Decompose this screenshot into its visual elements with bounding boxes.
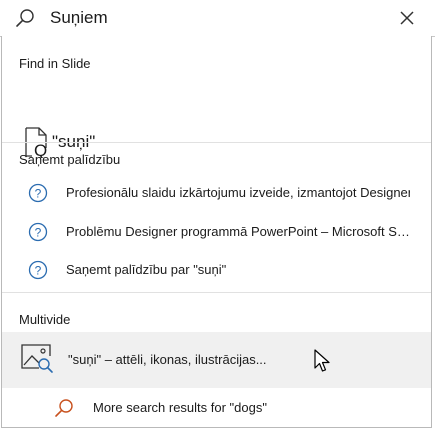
- section-title-find-in-slide: Find in Slide: [19, 56, 91, 71]
- section-title-multimedia: Multivide: [19, 312, 71, 327]
- help-circle-icon: ?: [28, 222, 48, 242]
- multimedia-result[interactable]: "suņi" – attēli, ikonas, ilustrācijas...: [2, 332, 431, 388]
- close-icon[interactable]: [398, 9, 416, 27]
- svg-text:?: ?: [35, 264, 42, 278]
- search-bar[interactable]: Suņiem: [0, 0, 435, 37]
- help-item-label: Saņemt palīdzību par "suņi": [66, 262, 227, 277]
- image-search-icon: [21, 344, 53, 373]
- search-results-panel: Find in Slide Q "suņi" Saņemt palīdzību …: [1, 36, 432, 428]
- multimedia-result-label: "suņi" – attēli, ikonas, ilustrācijas...: [68, 352, 267, 367]
- search-icon: [55, 399, 73, 417]
- search-input[interactable]: Suņiem: [50, 8, 108, 28]
- help-item-label: Problēmu Designer programmā PowerPoint –…: [66, 224, 410, 239]
- help-item-label: Profesionālu slaidu izkārtojumu izveide,…: [66, 185, 410, 200]
- more-search-results-link[interactable]: More search results for "dogs": [2, 392, 431, 422]
- help-circle-icon: ?: [28, 260, 48, 280]
- help-item[interactable]: ? Saņemt palīdzību par "suņi": [2, 255, 431, 285]
- help-circle-icon: ?: [28, 183, 48, 203]
- svg-text:?: ?: [35, 226, 42, 240]
- help-item[interactable]: ? Problēmu Designer programmā PowerPoint…: [2, 217, 431, 247]
- svg-text:?: ?: [35, 187, 42, 201]
- section-title-get-help: Saņemt palīdzību: [19, 152, 121, 167]
- search-icon: [16, 9, 34, 27]
- help-item[interactable]: ? Profesionālu slaidu izkārtojumu izveid…: [2, 178, 431, 208]
- divider: [2, 292, 431, 293]
- more-search-results-label: More search results for "dogs": [93, 400, 267, 415]
- divider: [2, 142, 431, 143]
